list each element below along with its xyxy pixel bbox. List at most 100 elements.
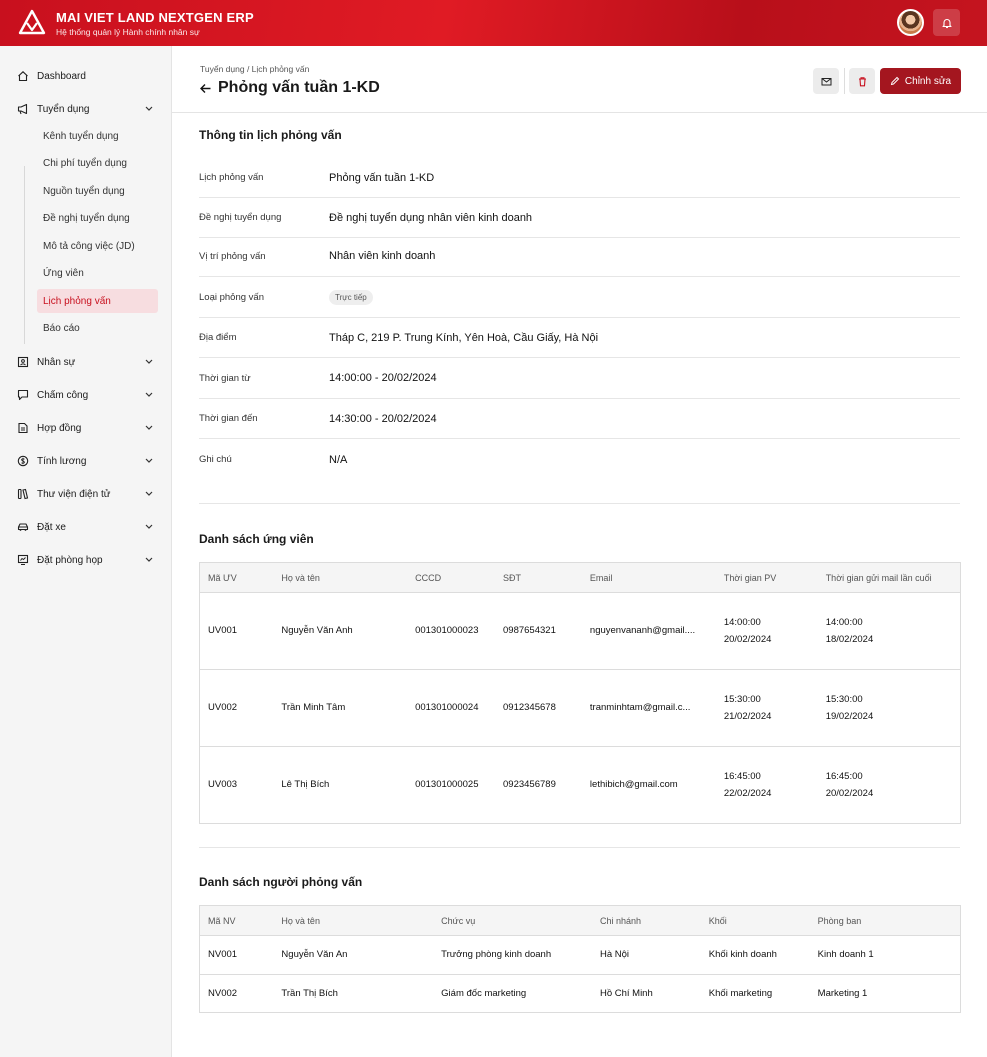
info-label: Ghi chú bbox=[199, 454, 232, 465]
column-header[interactable]: Thời gian gửi mail lần cuối bbox=[817, 562, 961, 593]
send-mail-button[interactable] bbox=[813, 68, 839, 94]
sidebar-subitem-recruit-request[interactable]: Đề nghị tuyển dụng bbox=[37, 206, 158, 230]
car-icon bbox=[16, 521, 29, 534]
date: 20/02/2024 bbox=[825, 788, 874, 799]
date: 22/02/2024 bbox=[723, 788, 772, 799]
sidebar-subitem-recruit-channel[interactable]: Kênh tuyển dụng bbox=[37, 124, 158, 148]
cell-name: Trần Minh Tâm bbox=[273, 669, 408, 747]
sidebar-item-recruitment[interactable]: Tuyển dụng bbox=[16, 98, 158, 120]
chevron-down-icon[interactable] bbox=[144, 455, 154, 465]
date: 18/02/2024 bbox=[825, 634, 874, 645]
sidebar-item-meeting-room[interactable]: Đặt phòng họp bbox=[16, 549, 158, 571]
divider bbox=[172, 112, 987, 113]
chevron-down-icon[interactable] bbox=[144, 356, 154, 366]
logo-icon[interactable] bbox=[18, 9, 46, 37]
bell-icon bbox=[941, 18, 952, 28]
cell-code: UV001 bbox=[199, 592, 274, 670]
info-label: Vị trí phỏng vấn bbox=[199, 250, 266, 262]
sidebar-item-attendance[interactable]: Chấm công bbox=[16, 384, 158, 406]
chevron-down-icon[interactable] bbox=[144, 422, 154, 432]
delete-button[interactable] bbox=[849, 68, 875, 94]
info-value: Tháp C, 219 P. Trung Kính, Yên Hoà, Cầu … bbox=[329, 331, 599, 344]
brand-block: MAI VIET LAND NEXTGEN ERP Hệ thống quản … bbox=[56, 10, 254, 37]
info-value: Nhân viên kinh doanh bbox=[329, 250, 436, 262]
table-row[interactable]: NV002 Trần Thị Bích Giám đốc marketing H… bbox=[199, 974, 961, 1013]
app-header: MAI VIET LAND NEXTGEN ERP Hệ thống quản … bbox=[0, 0, 987, 46]
column-header[interactable]: Mã NV bbox=[199, 905, 274, 936]
sidebar-item-e-library[interactable]: Thư viện điện tử bbox=[16, 483, 158, 505]
cell-phone: 0987654321 bbox=[495, 592, 582, 670]
table-row[interactable]: UV003 Lê Thị Bích 001301000025 092345678… bbox=[199, 746, 961, 824]
chevron-down-icon[interactable] bbox=[144, 554, 154, 564]
id-card-icon bbox=[16, 356, 29, 369]
column-header[interactable]: Phòng ban bbox=[809, 905, 961, 936]
cell-last-mail-time: 15:30:00 19/02/2024 bbox=[817, 669, 961, 747]
edit-button[interactable]: Chỉnh sửa bbox=[880, 68, 961, 94]
sidebar-item-car-booking[interactable]: Đặt xe bbox=[16, 516, 158, 538]
time: 14:00:00 bbox=[825, 616, 863, 628]
chevron-up-icon[interactable] bbox=[144, 103, 154, 113]
chevron-down-icon[interactable] bbox=[144, 488, 154, 498]
sidebar-item-label: Tính lương bbox=[37, 455, 87, 467]
cell-last-mail-time: 14:00:00 18/02/2024 bbox=[817, 592, 961, 670]
column-header[interactable]: SĐT bbox=[495, 562, 582, 593]
section-title-candidates: Danh sách ứng viên bbox=[199, 532, 314, 546]
trash-icon bbox=[858, 76, 866, 86]
pencil-icon bbox=[890, 76, 900, 86]
cell-code: UV002 bbox=[199, 669, 274, 747]
sidebar-subitem-recruit-cost[interactable]: Chi phí tuyển dụng bbox=[37, 151, 158, 175]
sidebar-subitem-interview-schedule[interactable]: Lịch phỏng vấn bbox=[37, 289, 158, 313]
document-icon bbox=[16, 422, 29, 435]
divider bbox=[199, 503, 960, 504]
sidebar-subitem-reports[interactable]: Báo cáo bbox=[37, 316, 158, 340]
column-header[interactable]: Chi nhánh bbox=[591, 905, 701, 936]
sidebar-item-label: Đặt xe bbox=[37, 521, 66, 533]
cell-department: Kinh doanh 1 bbox=[809, 935, 961, 975]
brand-subtitle: Hệ thống quản lý Hành chính nhân sự bbox=[56, 26, 200, 37]
column-header[interactable]: Họ và tên bbox=[273, 905, 434, 936]
avatar[interactable] bbox=[897, 9, 924, 36]
breadcrumb[interactable]: Tuyển dụng / Lịch phỏng vấn bbox=[200, 64, 309, 74]
page-title-row: Phỏng vấn tuần 1-KD bbox=[199, 79, 380, 97]
info-label: Thời gian đến bbox=[199, 413, 258, 424]
time: 14:00:00 bbox=[723, 616, 761, 628]
section-title-info: Thông tin lịch phỏng vấn bbox=[199, 128, 342, 142]
cell-id: 001301000024 bbox=[407, 669, 496, 747]
table-header-row: Mã NV Họ và tên Chức vụ Chi nhánh Khối P… bbox=[199, 905, 961, 936]
cell-branch: Hồ Chí Minh bbox=[591, 974, 701, 1013]
date: 21/02/2024 bbox=[723, 711, 772, 722]
column-header[interactable]: Mã ƯV bbox=[199, 562, 274, 593]
info-value: 14:30:00 - 20/02/2024 bbox=[329, 412, 437, 425]
sidebar-item-contracts[interactable]: Hợp đồng bbox=[16, 417, 158, 439]
table-header-row: Mã ƯV Họ và tên CCCD SĐT Email Thời gian… bbox=[199, 562, 961, 593]
chevron-down-icon[interactable] bbox=[144, 389, 154, 399]
sidebar-item-hr[interactable]: Nhân sự bbox=[16, 351, 158, 373]
library-icon bbox=[16, 488, 29, 501]
column-header[interactable]: Email bbox=[581, 562, 716, 593]
chevron-down-icon[interactable] bbox=[144, 521, 154, 531]
action-separator bbox=[844, 68, 845, 94]
table-row[interactable]: UV001 Nguyễn Văn Anh 001301000023 098765… bbox=[199, 592, 961, 670]
sidebar-subitem-job-description[interactable]: Mô tả công việc (JD) bbox=[37, 234, 158, 258]
sidebar-subitem-recruit-source[interactable]: Nguồn tuyển dụng bbox=[37, 179, 158, 203]
column-header[interactable]: Họ và tên bbox=[273, 562, 408, 593]
back-arrow-icon[interactable] bbox=[199, 82, 212, 95]
sidebar-item-dashboard[interactable]: Dashboard bbox=[16, 65, 158, 87]
sidebar-item-label: Tuyển dụng bbox=[37, 103, 90, 115]
column-header[interactable]: Thời gian PV bbox=[715, 562, 818, 593]
column-header[interactable]: Chức vụ bbox=[433, 905, 592, 936]
cell-name: Lê Thị Bích bbox=[273, 746, 408, 824]
info-value[interactable]: Đề nghị tuyển dụng nhân viên kinh doanh bbox=[329, 212, 532, 224]
table-row[interactable]: UV002 Trần Minh Tâm 001301000024 0912345… bbox=[199, 669, 961, 747]
column-header[interactable]: Khối bbox=[700, 905, 810, 936]
sidebar-subitem-candidates[interactable]: Ứng viên bbox=[37, 261, 158, 285]
column-header[interactable]: CCCD bbox=[407, 562, 496, 593]
sidebar-item-label: Thư viện điện tử bbox=[37, 488, 111, 500]
notification-button[interactable] bbox=[933, 9, 960, 36]
meeting-icon bbox=[16, 554, 29, 567]
sidebar-item-label: Chấm công bbox=[37, 389, 89, 401]
info-value: Phỏng vấn tuần 1-KD bbox=[329, 171, 435, 184]
table-row[interactable]: NV001 Nguyễn Văn An Trưởng phòng kinh do… bbox=[199, 935, 961, 975]
sidebar-item-payroll[interactable]: Tính lương bbox=[16, 450, 158, 472]
info-row-position: Vị trí phỏng vấn Nhân viên kinh doanh bbox=[199, 236, 960, 277]
